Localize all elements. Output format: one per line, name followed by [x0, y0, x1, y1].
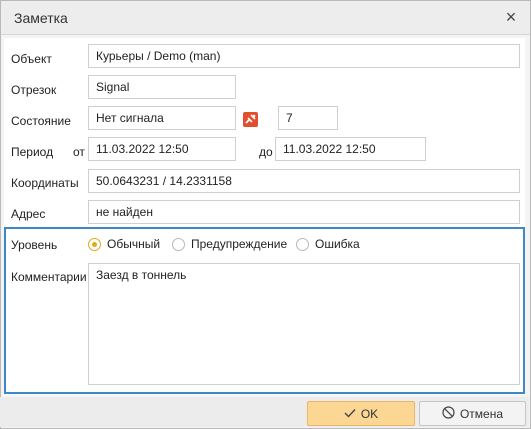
state-field[interactable]: Нет сигнала — [88, 106, 236, 130]
level-option-label: Ошибка — [315, 237, 360, 251]
level-option-error[interactable]: Ошибка — [296, 236, 360, 252]
coords-label: Координаты — [11, 176, 79, 190]
title-bar: Заметка × — [1, 1, 530, 35]
level-option-label: Предупреждение — [191, 237, 288, 251]
address-field[interactable]: не найден — [88, 200, 520, 224]
ok-button[interactable]: OK — [307, 401, 415, 426]
object-field[interactable]: Курьеры / Demo (man) — [88, 44, 520, 68]
dialog-title: Заметка — [14, 10, 68, 26]
cancel-label: Отмена — [459, 406, 504, 421]
ok-label: OK — [360, 406, 379, 421]
coords-field[interactable]: 50.0643231 / 14.2331158 — [88, 169, 520, 193]
address-label: Адрес — [11, 207, 46, 221]
close-icon[interactable]: × — [502, 8, 520, 26]
period-to-label: до — [259, 145, 273, 159]
object-label: Объект — [11, 52, 52, 66]
level-option-label: Обычный — [107, 237, 161, 251]
segment-field[interactable]: Signal — [88, 75, 236, 99]
state-label: Состояние — [11, 114, 71, 128]
radio-unchecked-icon — [296, 237, 309, 251]
level-label: Уровень — [11, 238, 58, 252]
comment-label: Комментарии — [11, 270, 87, 284]
no-signal-icon — [243, 112, 258, 127]
period-from-field[interactable]: 11.03.2022 12:50 — [88, 137, 236, 161]
check-icon — [344, 407, 356, 421]
period-to-field[interactable]: 11.03.2022 12:50 — [275, 137, 426, 161]
period-label: Период — [11, 145, 54, 159]
cancel-button[interactable]: Отмена — [419, 401, 526, 426]
segment-label: Отрезок — [11, 83, 57, 97]
radio-checked-icon — [88, 237, 101, 251]
cancel-icon — [442, 405, 455, 422]
period-from-label: от — [73, 145, 85, 159]
state-number-field[interactable]: 7 — [278, 106, 338, 130]
radio-unchecked-icon — [172, 237, 185, 251]
level-option-normal[interactable]: Обычный — [88, 236, 160, 252]
level-option-warning[interactable]: Предупреждение — [172, 236, 287, 252]
comment-textarea[interactable]: Заезд в тоннель — [88, 263, 520, 385]
